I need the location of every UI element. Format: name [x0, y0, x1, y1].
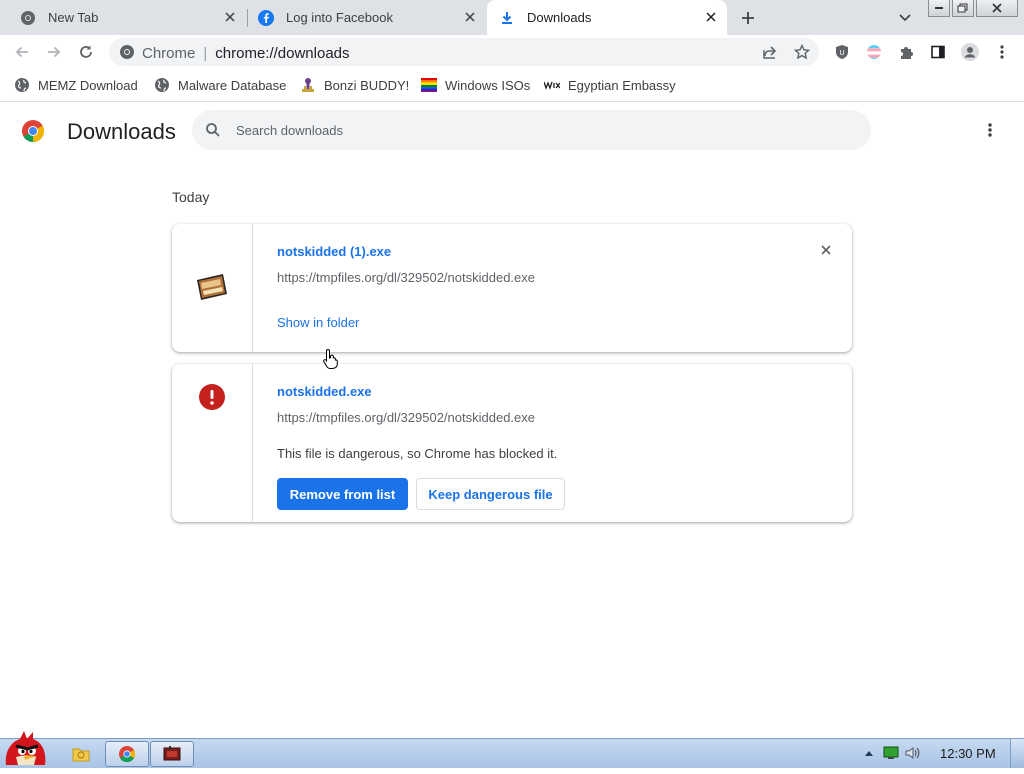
ublock-icon[interactable]: U	[831, 41, 853, 63]
hand-cursor-icon	[322, 348, 340, 370]
angry-bird-start-icon[interactable]	[0, 729, 52, 769]
tab-new-tab[interactable]: New Tab	[8, 0, 246, 35]
rainbow-flag-icon	[421, 77, 437, 93]
taskbar-explorer-icon[interactable]	[66, 741, 96, 767]
tab-facebook[interactable]: Log into Facebook	[248, 0, 486, 35]
back-button[interactable]	[11, 41, 33, 63]
show-hidden-icons-icon[interactable]	[861, 745, 877, 761]
windows-taskbar: 12:30 PM	[0, 731, 1024, 768]
bookmark-label: Malware Database	[178, 77, 287, 93]
remove-from-list-button[interactable]: Remove from list	[277, 478, 408, 510]
bookmark-label: MEMZ Download	[38, 77, 138, 93]
bookmark-label: Bonzi BUDDY!	[324, 77, 410, 93]
chrome-logo-icon	[21, 119, 45, 143]
download-icon	[499, 10, 515, 26]
tab-label: New Tab	[48, 10, 99, 25]
svg-text:U: U	[839, 49, 844, 57]
chrome-icon	[20, 10, 36, 26]
bookmark-egyptian-embassy[interactable]: Egyptian Embassy	[544, 76, 676, 94]
share-icon[interactable]	[759, 41, 781, 63]
restore-button[interactable]	[952, 0, 974, 17]
tab-label: Log into Facebook	[286, 10, 393, 25]
file-url[interactable]: https://tmpfiles.org/dl/329502/notskidde…	[277, 270, 535, 285]
new-tab-button[interactable]	[738, 8, 758, 28]
browser-toolbar: Chrome | chrome://downloads U	[0, 35, 1024, 69]
more-actions-icon[interactable]	[980, 120, 1000, 140]
bookmark-label: Windows ISOs	[445, 77, 531, 93]
reload-button[interactable]	[75, 41, 97, 63]
taskbar-app-icon[interactable]	[150, 741, 194, 767]
url-text[interactable]: chrome://downloads	[215, 45, 349, 62]
chrome-icon	[119, 44, 135, 60]
extensions-puzzle-icon[interactable]	[895, 41, 917, 63]
globe-icon	[154, 77, 170, 93]
wix-icon	[544, 77, 560, 93]
side-panel-icon[interactable]	[927, 41, 949, 63]
taskbar-chrome-icon[interactable]	[105, 741, 149, 767]
danger-icon	[199, 384, 225, 410]
bonzi-icon	[300, 77, 316, 93]
search-icon	[205, 122, 221, 138]
facebook-icon	[258, 9, 274, 26]
bookmark-bonzi-buddy[interactable]: Bonzi BUDDY!	[300, 76, 409, 94]
remove-item-close-icon[interactable]	[818, 242, 834, 258]
show-desktop-button[interactable]	[1010, 739, 1024, 768]
bookmarks-bar: MEMZ Download Malware Database Bonzi BUD…	[0, 69, 1024, 102]
file-name-link[interactable]: notskidded (1).exe	[277, 244, 391, 259]
keep-dangerous-file-button[interactable]: Keep dangerous file	[416, 478, 565, 510]
site-chip-label: Chrome	[142, 45, 196, 62]
download-item: notskidded (1).exe https://tmpfiles.org/…	[172, 224, 852, 352]
flag-extension-icon[interactable]	[863, 41, 885, 63]
volume-icon[interactable]	[905, 745, 921, 761]
close-icon[interactable]	[222, 9, 238, 25]
forward-button[interactable]	[43, 41, 65, 63]
danger-warning-text: This file is dangerous, so Chrome has bl…	[277, 446, 558, 461]
profile-avatar-icon[interactable]	[959, 41, 981, 63]
download-item-blocked: notskidded.exe https://tmpfiles.org/dl/3…	[172, 364, 852, 522]
chevron-down-icon[interactable]	[896, 9, 914, 27]
show-in-folder-link[interactable]: Show in folder	[277, 315, 359, 330]
address-bar[interactable]: Chrome | chrome://downloads	[109, 38, 819, 66]
taskbar-clock[interactable]: 12:30 PM	[940, 746, 996, 761]
downloads-page: Downloads Today notskidded (1).exe https…	[0, 102, 1024, 738]
tab-label: Downloads	[527, 10, 592, 25]
file-name-link[interactable]: notskidded.exe	[277, 384, 372, 399]
tab-strip: New Tab Log into Facebook Downloads	[0, 0, 1024, 35]
search-bar	[192, 110, 871, 150]
close-icon[interactable]	[462, 9, 478, 25]
bookmark-malware-database[interactable]: Malware Database	[154, 76, 286, 94]
minimize-button[interactable]	[928, 0, 950, 17]
bookmark-star-icon[interactable]	[791, 41, 813, 63]
exe-file-icon	[195, 272, 229, 302]
date-header: Today	[172, 189, 210, 205]
bookmark-memz-download[interactable]: MEMZ Download	[14, 76, 138, 94]
bookmark-label: Egyptian Embassy	[568, 77, 676, 93]
search-input[interactable]	[236, 120, 836, 140]
globe-icon	[14, 77, 30, 93]
close-icon[interactable]	[703, 9, 719, 25]
tab-downloads[interactable]: Downloads	[487, 0, 727, 35]
file-url[interactable]: https://tmpfiles.org/dl/329502/notskidde…	[277, 410, 535, 425]
bookmark-windows-isos[interactable]: Windows ISOs	[421, 76, 530, 94]
close-window-button[interactable]	[976, 0, 1018, 17]
chrome-menu-icon[interactable]	[991, 41, 1013, 63]
network-icon[interactable]	[883, 745, 899, 761]
page-title: Downloads	[67, 119, 176, 144]
